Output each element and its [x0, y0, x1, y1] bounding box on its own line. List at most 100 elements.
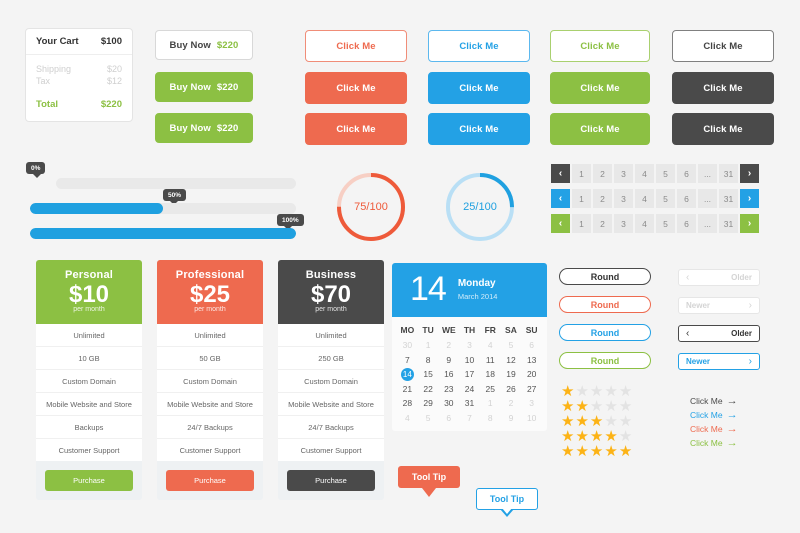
calendar-day-cell[interactable]: 6	[438, 411, 459, 426]
calendar-day-cell[interactable]: 16	[438, 367, 459, 382]
calendar-day-cell[interactable]: 20	[521, 367, 542, 382]
calendar-day-cell[interactable]: 31	[459, 396, 480, 411]
click-me-button-green-solid-2[interactable]: Click Me	[550, 113, 650, 145]
calendar-day-cell[interactable]: 18	[480, 367, 501, 382]
star-icon[interactable]: ★	[590, 429, 603, 444]
pagination-page-2[interactable]: 2	[593, 164, 612, 183]
calendar-day-cell[interactable]: 8	[480, 411, 501, 426]
pagination-prev-button[interactable]: ‹	[551, 164, 570, 183]
click-me-button-blue-solid[interactable]: Click Me	[428, 72, 530, 104]
pagination-page-1[interactable]: 1	[572, 214, 591, 233]
click-me-button-red-outline[interactable]: Click Me	[305, 30, 407, 62]
calendar-day-cell[interactable]: 13	[521, 353, 542, 368]
nav-button-older-dark[interactable]: ‹ Older	[678, 325, 760, 342]
pagination-page-6[interactable]: 6	[677, 189, 696, 208]
star-icon[interactable]: ★	[590, 399, 603, 414]
pagination-page-3[interactable]: 3	[614, 189, 633, 208]
pagination-prev-button[interactable]: ‹	[551, 189, 570, 208]
star-rating-row[interactable]: ★ ★ ★ ★ ★	[561, 414, 632, 429]
pagination-page-6[interactable]: 6	[677, 214, 696, 233]
slider-track-50[interactable]	[30, 203, 296, 214]
calendar-day-cell[interactable]: 1	[418, 338, 439, 353]
calendar-day-cell[interactable]: 5	[501, 338, 522, 353]
calendar-day-cell[interactable]: 5	[418, 411, 439, 426]
click-me-button-red-solid[interactable]: Click Me	[305, 72, 407, 104]
star-icon[interactable]: ★	[575, 399, 588, 414]
star-icon[interactable]: ★	[619, 384, 632, 399]
pagination-page-5[interactable]: 5	[656, 189, 675, 208]
pagination-page-4[interactable]: 4	[635, 164, 654, 183]
click-me-button-green-outline[interactable]: Click Me	[550, 30, 650, 62]
star-icon[interactable]: ★	[561, 384, 574, 399]
pagination-page-2[interactable]: 2	[593, 189, 612, 208]
calendar-day-cell[interactable]: 2	[438, 338, 459, 353]
star-icon[interactable]: ★	[575, 414, 588, 429]
calendar-day-cell[interactable]: 8	[418, 353, 439, 368]
click-me-button-dark-outline[interactable]: Click Me	[672, 30, 774, 62]
star-icon[interactable]: ★	[619, 399, 632, 414]
star-icon[interactable]: ★	[604, 399, 617, 414]
star-icon[interactable]: ★	[575, 429, 588, 444]
calendar-day-cell[interactable]: 7	[397, 353, 418, 368]
star-icon[interactable]: ★	[561, 414, 574, 429]
calendar-day-cell[interactable]: 2	[501, 396, 522, 411]
calendar-day-cell[interactable]: 7	[459, 411, 480, 426]
pagination-page-4[interactable]: 4	[635, 189, 654, 208]
nav-button-newer-blue[interactable]: Newer ›	[678, 353, 760, 370]
purchase-button[interactable]: Purchase	[287, 470, 375, 491]
purchase-button[interactable]: Purchase	[166, 470, 254, 491]
calendar-day-cell[interactable]: 29	[418, 396, 439, 411]
calendar-day-cell[interactable]: 26	[501, 382, 522, 397]
star-icon[interactable]: ★	[561, 444, 574, 459]
click-me-button-blue-outline[interactable]: Click Me	[428, 30, 530, 62]
star-icon[interactable]: ★	[575, 444, 588, 459]
buy-now-button-green[interactable]: Buy Now $220	[155, 72, 253, 102]
pagination-page-2[interactable]: 2	[593, 214, 612, 233]
calendar-day-cell[interactable]: 12	[501, 353, 522, 368]
round-button-red[interactable]: Round	[559, 296, 651, 313]
star-icon[interactable]: ★	[619, 414, 632, 429]
calendar-day-cell[interactable]: 19	[501, 367, 522, 382]
calendar-day-cell[interactable]: 9	[438, 353, 459, 368]
star-icon[interactable]: ★	[590, 444, 603, 459]
calendar-day-cell[interactable]: 22	[418, 382, 439, 397]
calendar-day-cell[interactable]: 21	[397, 382, 418, 397]
purchase-button[interactable]: Purchase	[45, 470, 133, 491]
calendar-day-cell[interactable]: 30	[438, 396, 459, 411]
pagination-page-6[interactable]: 6	[677, 164, 696, 183]
star-rating-row[interactable]: ★ ★ ★ ★ ★	[561, 384, 632, 399]
calendar-day-cell[interactable]: 17	[459, 367, 480, 382]
calendar-day-cell[interactable]: 14	[397, 367, 418, 382]
calendar-day-cell[interactable]: 1	[480, 396, 501, 411]
star-icon[interactable]: ★	[604, 384, 617, 399]
pagination-page-31[interactable]: 31	[719, 164, 738, 183]
calendar-day-cell[interactable]: 28	[397, 396, 418, 411]
star-icon[interactable]: ★	[619, 444, 632, 459]
pagination-page-4[interactable]: 4	[635, 214, 654, 233]
pagination-green[interactable]: ‹ 1 2 3 4 5 6 ... 31 ›	[551, 214, 759, 233]
calendar-day-cell[interactable]: 10	[521, 411, 542, 426]
calendar-day-cell[interactable]: 24	[459, 382, 480, 397]
calendar-day-cell[interactable]: 6	[521, 338, 542, 353]
star-icon[interactable]: ★	[590, 414, 603, 429]
calendar-day-cell[interactable]: 11	[480, 353, 501, 368]
click-me-button-blue-solid-2[interactable]: Click Me	[428, 113, 530, 145]
round-button-blue[interactable]: Round	[559, 324, 651, 341]
pagination-prev-button[interactable]: ‹	[551, 214, 570, 233]
pagination-page-3[interactable]: 3	[614, 164, 633, 183]
calendar-day-cell[interactable]: 3	[459, 338, 480, 353]
pagination-dark[interactable]: ‹ 1 2 3 4 5 6 ... 31 ›	[551, 164, 759, 183]
pagination-page-31[interactable]: 31	[719, 189, 738, 208]
pagination-next-button[interactable]: ›	[740, 189, 759, 208]
star-icon[interactable]: ★	[575, 384, 588, 399]
click-me-button-green-solid[interactable]: Click Me	[550, 72, 650, 104]
slider-track-100[interactable]	[30, 228, 296, 239]
calendar-day-cell[interactable]: 30	[397, 338, 418, 353]
calendar-selected-day[interactable]: 14	[400, 367, 414, 381]
pagination-page-3[interactable]: 3	[614, 214, 633, 233]
slider-track-0[interactable]	[56, 178, 296, 189]
click-link-dark[interactable]: Click Me →	[690, 395, 738, 406]
star-icon[interactable]: ★	[604, 444, 617, 459]
calendar-day-cell[interactable]: 9	[501, 411, 522, 426]
click-me-button-dark-solid-2[interactable]: Click Me	[672, 113, 774, 145]
